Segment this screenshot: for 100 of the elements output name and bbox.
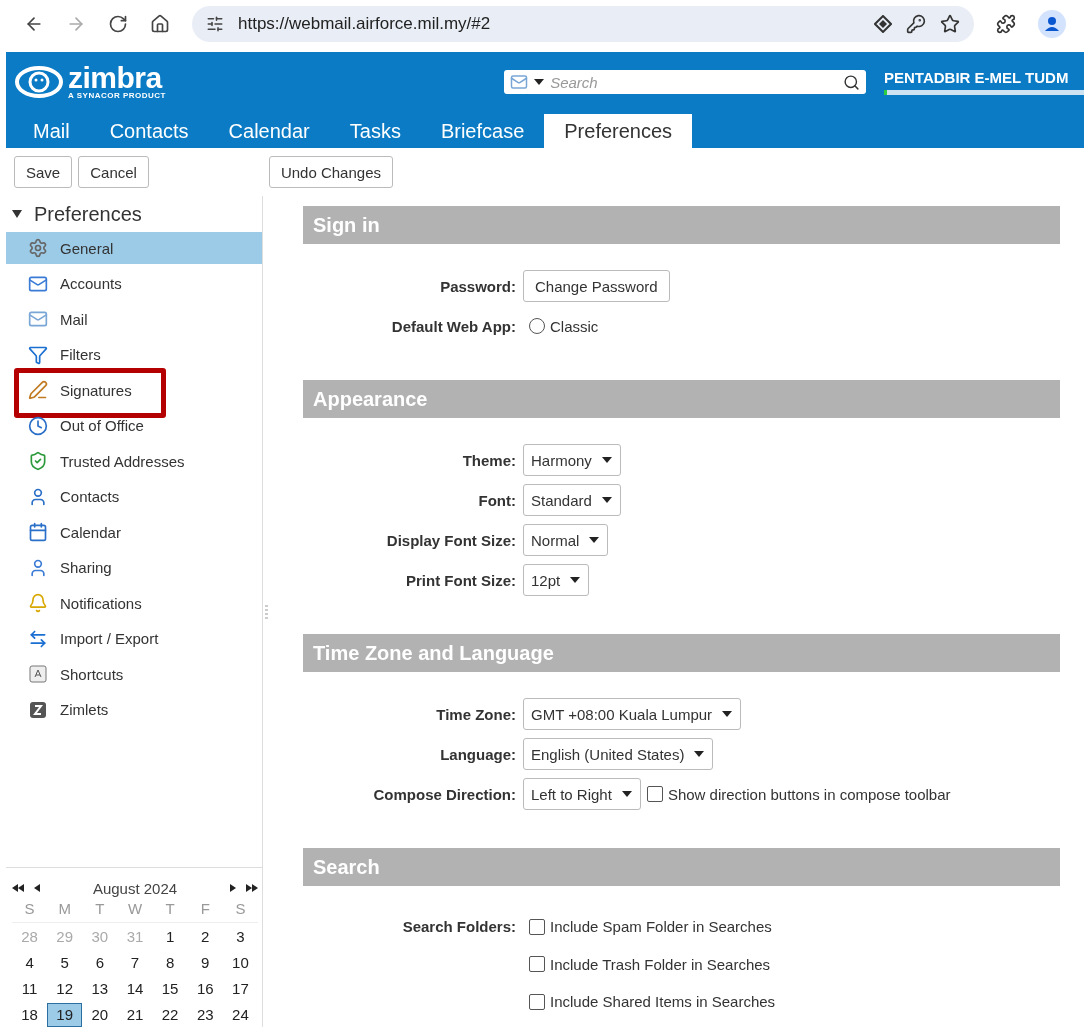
weekday-label: T	[152, 900, 188, 923]
preference-item[interactable]: Trusted Addresses	[6, 445, 262, 477]
site-settings-icon[interactable]	[206, 15, 224, 33]
calendar-day[interactable]: 12	[47, 977, 83, 1001]
preference-item[interactable]: Shortcuts	[6, 658, 262, 690]
next-month-icon[interactable]	[230, 884, 236, 892]
collapse-triangle-icon[interactable]	[12, 209, 22, 219]
preference-item[interactable]: Zimlets	[6, 693, 262, 726]
calendar-day[interactable]: 9	[187, 951, 223, 975]
section-header: Sign in	[303, 206, 1060, 244]
profile-avatar-icon[interactable]	[1038, 10, 1066, 38]
field-label: Search Folders:	[401, 918, 517, 936]
calendar-day[interactable]: 8	[152, 951, 188, 975]
calendar-day[interactable]: 2	[187, 925, 223, 949]
next-year-icon[interactable]	[246, 884, 258, 892]
app-tab[interactable]: Briefcase	[420, 114, 545, 148]
keyboard-key-icon	[28, 664, 48, 684]
dropdown[interactable]: English (United States)	[523, 738, 714, 770]
home-icon[interactable]	[150, 14, 170, 34]
preference-item[interactable]: Out of Office	[6, 409, 262, 442]
extensions-icon[interactable]	[996, 14, 1016, 34]
toolbar-button[interactable]: Save	[14, 156, 73, 188]
calendar-day[interactable]: 13	[82, 977, 118, 1001]
filter-icon	[28, 344, 48, 365]
app-tab[interactable]: Mail	[13, 114, 90, 148]
preference-item[interactable]: General	[6, 232, 262, 264]
dropdown[interactable]: Left to Right	[523, 778, 641, 810]
app-tab[interactable]: Contacts	[89, 114, 209, 148]
calendar-day[interactable]: 1	[152, 925, 188, 949]
dropdown[interactable]: Harmony	[523, 444, 621, 476]
preference-item[interactable]: Import / Export	[6, 622, 262, 655]
app-tab[interactable]: Calendar	[208, 114, 330, 148]
calendar-day[interactable]: 21	[117, 1003, 153, 1027]
field-label: Font:	[477, 491, 517, 509]
previous-month-icon[interactable]	[34, 884, 40, 892]
preference-item[interactable]: Contacts	[6, 480, 262, 513]
section-header: Search	[303, 848, 1060, 886]
previous-year-icon[interactable]	[12, 884, 24, 892]
diamond-icon[interactable]	[874, 15, 892, 33]
zimlet-icon	[28, 699, 48, 720]
dropdown[interactable]: 12pt	[523, 564, 590, 596]
preference-item[interactable]: Notifications	[6, 587, 262, 619]
address-bar[interactable]: https://webmail.airforce.mil.my/#2	[192, 6, 974, 42]
preference-item[interactable]: Filters	[6, 338, 262, 371]
preference-item[interactable]: Calendar	[6, 516, 262, 548]
caret-icon	[570, 577, 581, 583]
checkbox-option[interactable]: Show direction buttons in compose toolbar	[646, 785, 951, 803]
clock-icon	[28, 415, 48, 436]
radio-option[interactable]: Classic	[529, 317, 599, 335]
dropdown[interactable]: GMT +08:00 Kuala Lumpur	[523, 698, 742, 730]
calendar-day[interactable]: 7	[117, 951, 153, 975]
calendar-day[interactable]: 11	[12, 977, 48, 1001]
reload-icon[interactable]	[108, 14, 128, 34]
calendar-day[interactable]: 15	[152, 977, 188, 1001]
calendar-day[interactable]: 23	[187, 1003, 223, 1027]
calendar-day[interactable]: 5	[47, 951, 83, 975]
checkbox-option[interactable]: Include Shared Items in Searches	[529, 993, 776, 1011]
calendar-day[interactable]: 10	[222, 951, 258, 975]
calendar-day[interactable]: 24	[222, 1003, 258, 1027]
envelope-icon	[28, 309, 48, 329]
calendar-day[interactable]: 20	[82, 1003, 118, 1027]
calendar-day[interactable]: 3	[222, 925, 258, 949]
calendar-month: August 2024	[91, 879, 179, 897]
preference-item[interactable]: Sharing	[6, 551, 262, 584]
checkbox-option[interactable]: Include Trash Folder in Searches	[529, 955, 771, 973]
calendar-day[interactable]: 22	[152, 1003, 188, 1027]
weekday-label: W	[117, 900, 153, 923]
preference-item[interactable]: Mail	[6, 303, 262, 335]
caret-icon	[694, 751, 705, 757]
preferences-tree-header[interactable]: Preferences	[6, 196, 262, 232]
resize-grip-icon[interactable]	[264, 603, 268, 620]
search-icon[interactable]	[843, 73, 860, 91]
change-password-button[interactable]: Change Password	[523, 270, 670, 302]
star-icon[interactable]	[940, 14, 960, 34]
app-tab[interactable]: Tasks	[329, 114, 421, 148]
logo-tagline: A SYNACOR PRODUCT	[68, 90, 166, 100]
weekday-label: F	[187, 900, 223, 923]
calendar-day[interactable]: 6	[82, 951, 118, 975]
undo-changes-button[interactable]: Undo Changes	[268, 156, 393, 188]
dropdown[interactable]: Standard	[523, 484, 621, 516]
calendar-day[interactable]: 19	[47, 1003, 83, 1027]
app-tab[interactable]: Preferences	[544, 114, 693, 148]
caret-icon	[601, 497, 612, 503]
calendar-day[interactable]: 4	[12, 951, 48, 975]
calendar-day[interactable]: 17	[222, 977, 258, 1001]
key-icon[interactable]	[906, 14, 926, 34]
calendar-day[interactable]: 14	[117, 977, 153, 1001]
checkbox-option[interactable]: Include Spam Folder in Searches	[529, 918, 772, 936]
caret-icon	[589, 537, 600, 543]
bell-icon	[28, 593, 48, 613]
field-label: Theme:	[461, 451, 517, 469]
toolbar-button[interactable]: Cancel	[78, 156, 149, 188]
preference-item[interactable]: Accounts	[6, 267, 262, 300]
preference-item[interactable]: Signatures	[6, 374, 262, 406]
calendar-day[interactable]: 18	[12, 1003, 48, 1027]
dropdown[interactable]: Normal	[523, 524, 609, 556]
user-name[interactable]: PENTADBIR E-MEL TUDM	[884, 69, 1084, 86]
field-label: Language:	[439, 745, 517, 763]
field-label: Password:	[439, 277, 517, 295]
calendar-day[interactable]: 16	[187, 977, 223, 1001]
